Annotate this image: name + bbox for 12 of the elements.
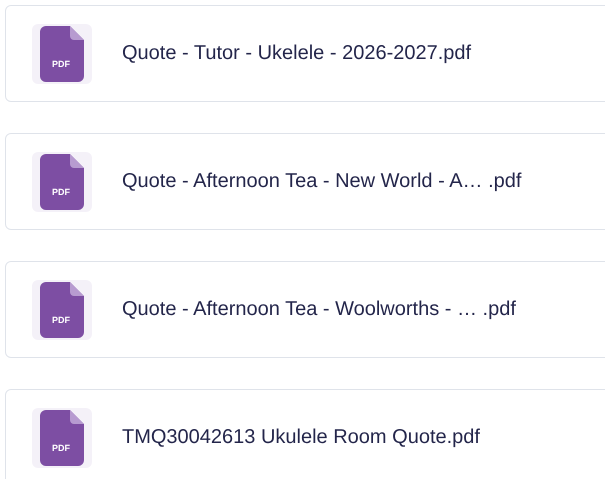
- file-card[interactable]: PDF Quote - Afternoon Tea - Woolworths - … .pdf: [5, 261, 605, 358]
- pdf-file-icon: PDF: [40, 282, 84, 338]
- pdf-file-icon: PDF: [40, 154, 84, 210]
- pdf-file-icon: PDF: [40, 26, 84, 82]
- file-name: Quote - Tutor - Ukelele - 2026-2027.pdf: [122, 42, 472, 65]
- file-card[interactable]: PDF Quote - Afternoon Tea - New World - A… .pdf: [5, 133, 605, 230]
- file-name: TMQ30042613 Ukulele Room Quote.pdf: [122, 426, 480, 449]
- file-card[interactable]: PDF TMQ30042613 Ukulele Room Quote.pdf: [5, 389, 605, 479]
- file-name: Quote - Afternoon Tea - Woolworths - … .pdf: [122, 298, 516, 321]
- file-card[interactable]: PDF Quote - Tutor - Ukelele - 2026-2027.pdf: [5, 5, 605, 102]
- pdf-file-icon: PDF: [40, 410, 84, 466]
- file-name: Quote - Afternoon Tea - New World - A… .pdf: [122, 170, 522, 193]
